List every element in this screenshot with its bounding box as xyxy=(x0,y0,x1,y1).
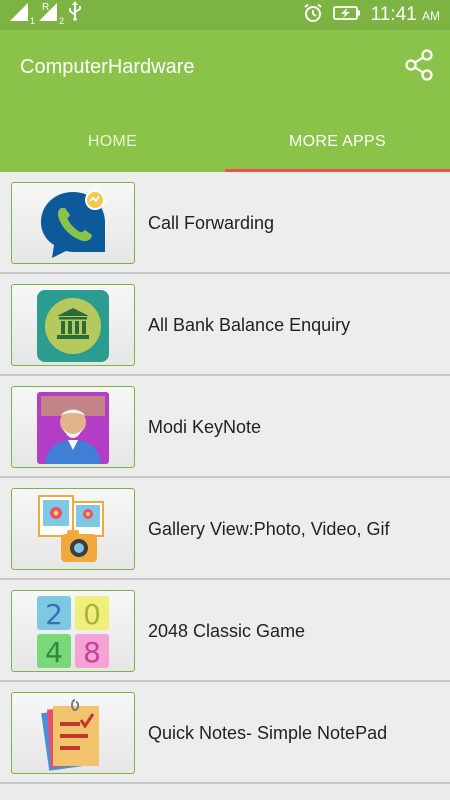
clock-time: 11:41 xyxy=(370,4,417,25)
phone-bubble-icon xyxy=(41,190,105,258)
app-name: Modi KeyNote xyxy=(148,416,262,437)
signal-icon xyxy=(10,3,32,26)
network-label: R xyxy=(42,2,50,13)
status-bar: 1 R 2 11:41 AM xyxy=(0,0,450,30)
sim1-label: 1 xyxy=(30,16,36,26)
app-name: Call Forwarding xyxy=(148,212,275,233)
app-thumbnail xyxy=(11,692,135,774)
tab-bar: HOME MORE APPS xyxy=(0,112,450,172)
app-thumbnail xyxy=(11,386,135,468)
status-right-icons: 11:41 AM xyxy=(303,3,440,27)
app-thumbnail xyxy=(11,182,135,264)
clock: 11:41 AM xyxy=(371,4,440,26)
usb-icon xyxy=(68,1,82,26)
person-portrait-icon xyxy=(37,392,109,464)
tile-number: 8 xyxy=(83,636,101,669)
app-title: ComputerHardware xyxy=(20,56,195,78)
tab-more-apps[interactable]: MORE APPS xyxy=(225,112,450,172)
share-icon xyxy=(405,49,433,81)
notepad-icon xyxy=(41,699,99,771)
list-item[interactable]: 2 0 4 8 2048 Classic Game xyxy=(0,580,450,682)
app-thumbnail xyxy=(11,488,135,570)
list-item[interactable]: Call Forwarding xyxy=(0,172,450,274)
alarm-icon xyxy=(303,3,323,28)
app-name: 2048 Classic Game xyxy=(148,620,306,641)
share-button[interactable] xyxy=(402,48,436,82)
list-item[interactable]: All Bank Balance Enquiry xyxy=(0,274,450,376)
gallery-camera-icon xyxy=(38,495,104,562)
tile-number: 0 xyxy=(83,598,101,631)
app-name: Gallery View:Photo, Video, Gif xyxy=(148,518,390,539)
tile-number: 2 xyxy=(45,598,63,631)
app-list: Call Forwarding All Bank Balance Enquiry xyxy=(0,172,450,784)
number-tiles-icon: 2 0 4 8 xyxy=(37,596,109,669)
app-bar: ComputerHardware xyxy=(0,30,450,112)
battery-charging-icon xyxy=(332,5,361,26)
clock-ampm: AM xyxy=(422,9,440,23)
app-name: Quick Notes- Simple NotePad xyxy=(148,722,388,743)
app-thumbnail xyxy=(11,284,135,366)
app-thumbnail: 2 0 4 8 xyxy=(11,590,135,672)
tab-home[interactable]: HOME xyxy=(0,112,225,172)
list-item[interactable]: Gallery View:Photo, Video, Gif xyxy=(0,478,450,580)
bank-icon xyxy=(37,290,109,362)
tile-number: 4 xyxy=(45,636,63,669)
list-item[interactable]: Quick Notes- Simple NotePad xyxy=(0,682,450,784)
status-left-icons: 1 R 2 xyxy=(10,1,82,26)
app-name: All Bank Balance Enquiry xyxy=(148,314,351,335)
list-item[interactable]: Modi KeyNote xyxy=(0,376,450,478)
